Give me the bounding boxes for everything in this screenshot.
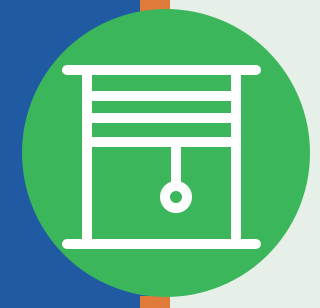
pull-cord-ring bbox=[160, 181, 192, 213]
icon-tile bbox=[0, 0, 310, 308]
window-roller-blind-icon bbox=[62, 65, 261, 249]
accent-strip-bottom bbox=[140, 296, 170, 308]
